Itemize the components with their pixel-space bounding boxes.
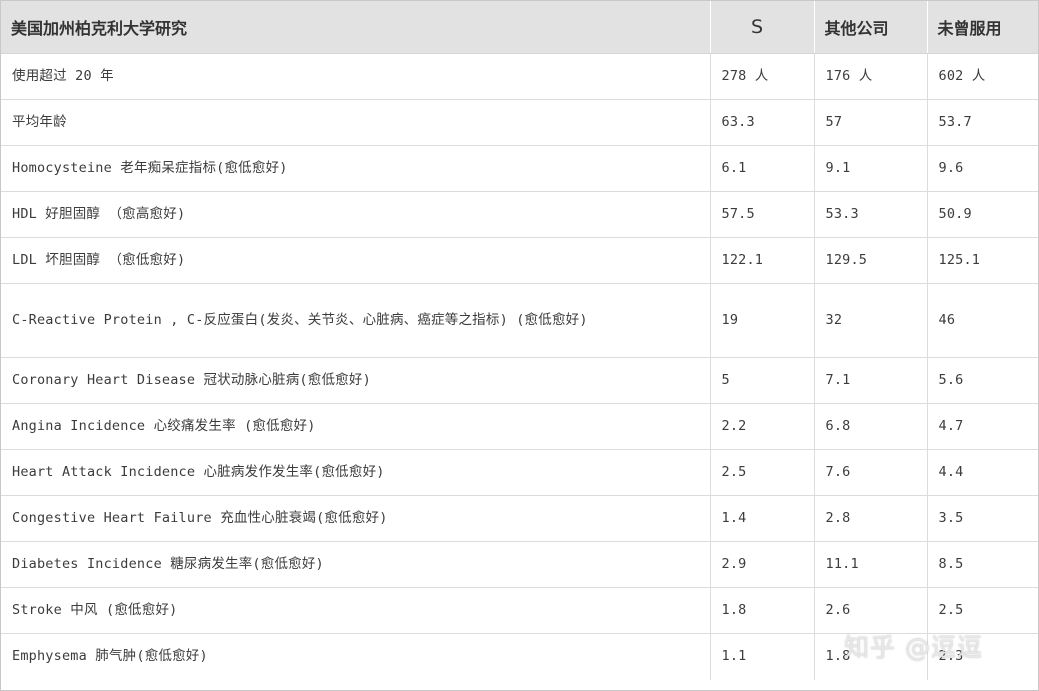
- table-row: Congestive Heart Failure 充血性心脏衰竭(愈低愈好) 1…: [1, 495, 1038, 542]
- value-never: 5.6: [927, 357, 1038, 404]
- value-s: 19: [710, 283, 815, 358]
- row-label: LDL 坏胆固醇 （愈低愈好): [1, 237, 711, 284]
- value-never: 2.5: [927, 587, 1038, 634]
- value-other: 1.8: [814, 633, 928, 680]
- value-s: 122.1: [710, 237, 815, 284]
- value-never: 2.3: [938, 648, 964, 665]
- value-other: 32: [814, 283, 928, 358]
- row-label: 平均年龄: [1, 99, 711, 146]
- row-label: Homocysteine 老年痴呆症指标(愈低愈好): [1, 145, 711, 192]
- table-row: Homocysteine 老年痴呆症指标(愈低愈好) 6.1 9.1 9.6: [1, 145, 1038, 192]
- value-s: 5: [710, 357, 815, 404]
- row-label: Stroke 中风 (愈低愈好): [1, 587, 711, 634]
- value-s: 1.8: [710, 587, 815, 634]
- row-label: Diabetes Incidence 糖尿病发生率(愈低愈好): [1, 541, 711, 588]
- row-label: C-Reactive Protein , C-反应蛋白(发炎、关节炎、心脏病、癌…: [1, 283, 711, 358]
- row-label: Angina Incidence 心绞痛发生率 (愈低愈好): [1, 403, 711, 450]
- value-other: 7.1: [814, 357, 928, 404]
- value-never: 9.6: [927, 145, 1038, 192]
- value-never: 3.5: [927, 495, 1038, 542]
- header-study: 美国加州柏克利大学研究: [1, 1, 711, 54]
- value-never: 46: [927, 283, 1038, 358]
- table-row: 使用超过 20 年 278 人 176 人 602 人: [1, 53, 1038, 100]
- row-label: Coronary Heart Disease 冠状动脉心脏病(愈低愈好): [1, 357, 711, 404]
- value-other: 176 人: [814, 53, 928, 100]
- value-s: 2.5: [710, 449, 815, 496]
- value-other: 6.8: [814, 403, 928, 450]
- value-s: 57.5: [710, 191, 815, 238]
- comparison-table: 美国加州柏克利大学研究 S 其他公司 未曾服用 使用超过 20 年 278 人 …: [1, 1, 1038, 680]
- value-s: 2.2: [710, 403, 815, 450]
- row-label: 使用超过 20 年: [1, 53, 711, 100]
- table-row: Angina Incidence 心绞痛发生率 (愈低愈好) 2.2 6.8 4…: [1, 403, 1038, 450]
- header-never-taken: 未曾服用: [927, 1, 1038, 54]
- value-other: 9.1: [814, 145, 928, 192]
- value-other: 2.6: [814, 587, 928, 634]
- header-s: S: [710, 1, 815, 54]
- row-label: Heart Attack Incidence 心脏病发作发生率(愈低愈好): [1, 449, 711, 496]
- table-row: Diabetes Incidence 糖尿病发生率(愈低愈好) 2.9 11.1…: [1, 541, 1038, 588]
- value-other: 11.1: [814, 541, 928, 588]
- table-row: 平均年龄 63.3 57 53.7: [1, 99, 1038, 146]
- value-never: 602 人: [927, 53, 1038, 100]
- header-row: 美国加州柏克利大学研究 S 其他公司 未曾服用: [1, 1, 1038, 54]
- row-label: HDL 好胆固醇 （愈高愈好): [1, 191, 711, 238]
- table-row: Heart Attack Incidence 心脏病发作发生率(愈低愈好) 2.…: [1, 449, 1038, 496]
- value-other: 57: [814, 99, 928, 146]
- value-s: 2.9: [710, 541, 815, 588]
- table-row: Stroke 中风 (愈低愈好) 1.8 2.6 2.5: [1, 587, 1038, 634]
- table-row: Emphysema 肺气肿(愈低愈好) 1.1 1.8 2.3: [1, 633, 1038, 680]
- value-s: 278 人: [710, 53, 815, 100]
- value-never: 53.7: [927, 99, 1038, 146]
- value-other: 7.6: [814, 449, 928, 496]
- value-never: 4.7: [927, 403, 1038, 450]
- table-row: C-Reactive Protein , C-反应蛋白(发炎、关节炎、心脏病、癌…: [1, 283, 1038, 358]
- table-row: HDL 好胆固醇 （愈高愈好) 57.5 53.3 50.9: [1, 191, 1038, 238]
- value-never: 4.4: [927, 449, 1038, 496]
- value-other: 129.5: [814, 237, 928, 284]
- value-s: 1.1: [710, 633, 815, 680]
- header-other-companies: 其他公司: [814, 1, 928, 54]
- table-frame: 美国加州柏克利大学研究 S 其他公司 未曾服用 使用超过 20 年 278 人 …: [0, 0, 1039, 691]
- value-never: 50.9: [927, 191, 1038, 238]
- value-other: 53.3: [814, 191, 928, 238]
- value-never: 125.1: [927, 237, 1038, 284]
- table-row: LDL 坏胆固醇 （愈低愈好) 122.1 129.5 125.1: [1, 237, 1038, 284]
- value-never: 8.5: [927, 541, 1038, 588]
- value-s: 63.3: [710, 99, 815, 146]
- row-label: Congestive Heart Failure 充血性心脏衰竭(愈低愈好): [1, 495, 711, 542]
- row-label: Emphysema 肺气肿(愈低愈好): [1, 633, 711, 680]
- table-row: Coronary Heart Disease 冠状动脉心脏病(愈低愈好) 5 7…: [1, 357, 1038, 404]
- value-other: 2.8: [814, 495, 928, 542]
- value-s: 6.1: [710, 145, 815, 192]
- value-s: 1.4: [710, 495, 815, 542]
